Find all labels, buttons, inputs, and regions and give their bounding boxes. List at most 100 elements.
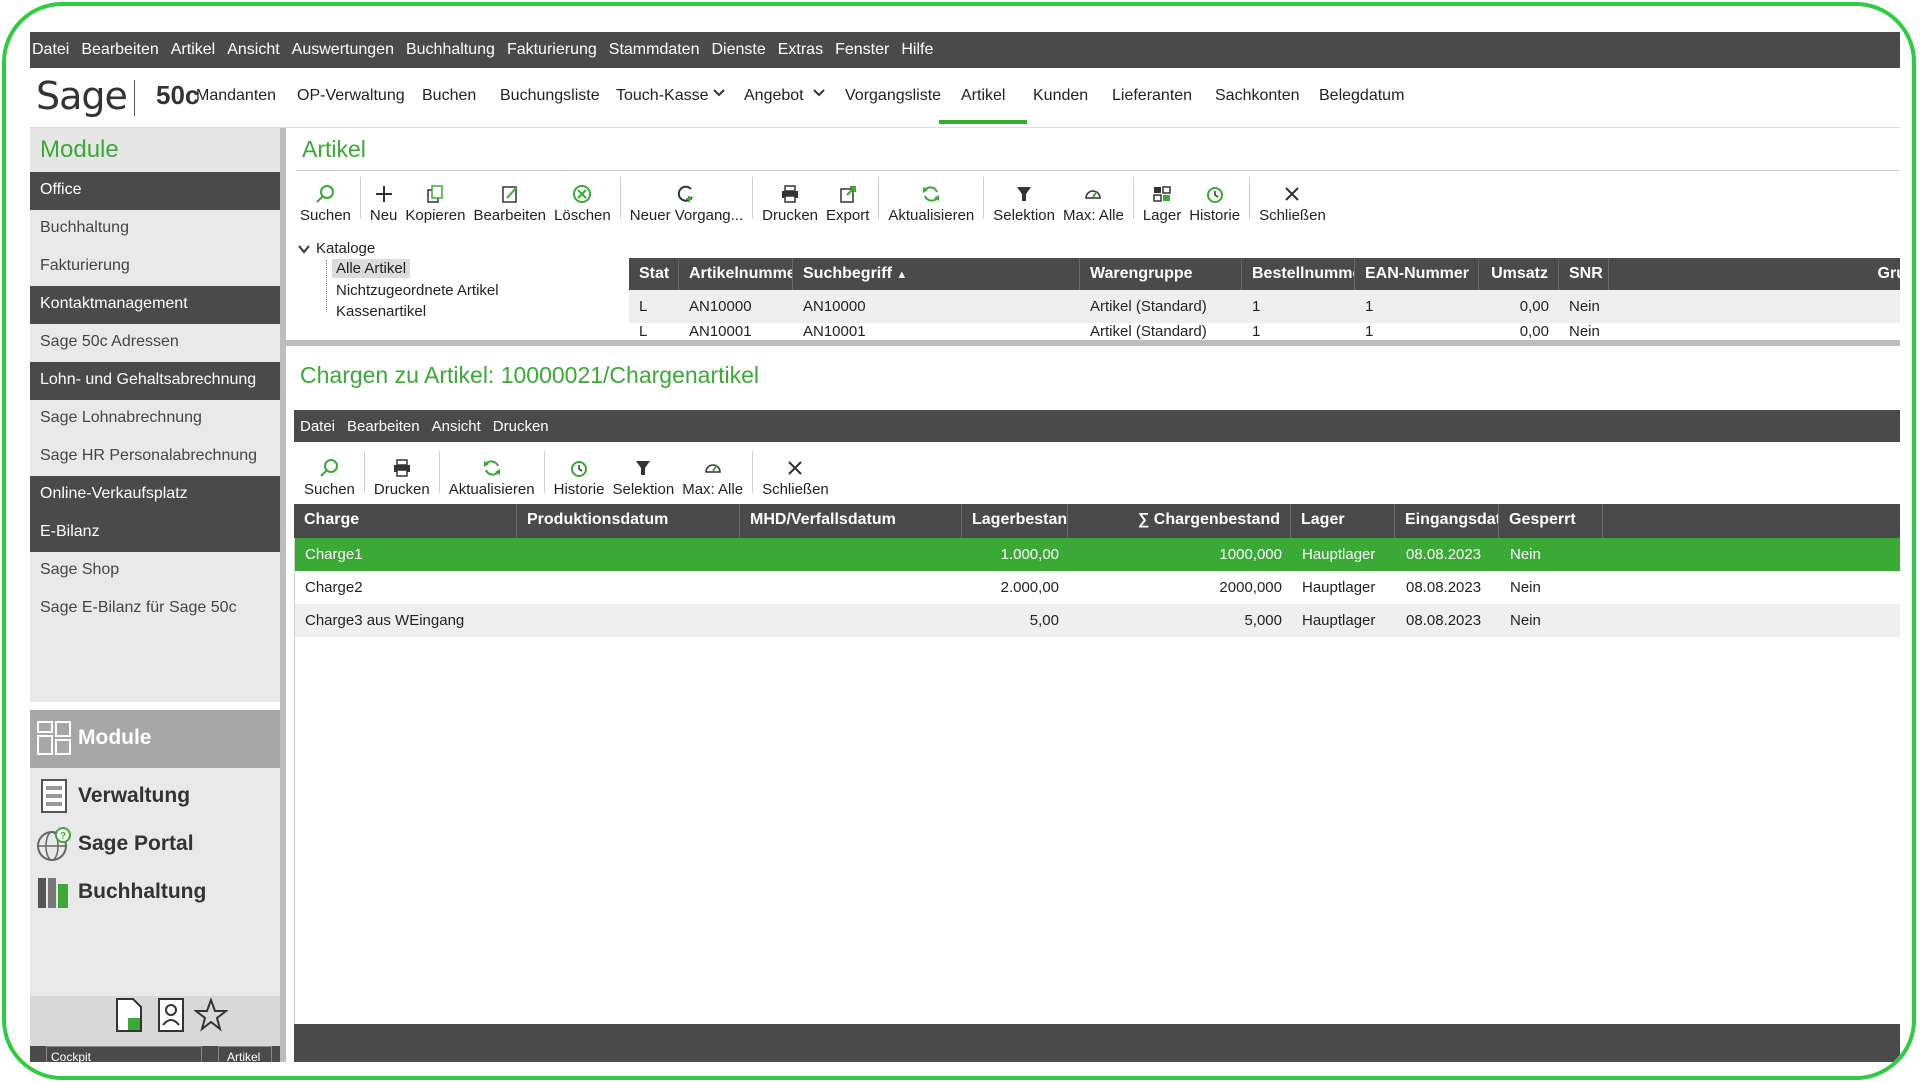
column-warengruppe[interactable]: Warengruppe — [1080, 258, 1242, 290]
table-row[interactable]: Charge1 1.000,00 1000,000 Hauptlager 08.… — [295, 538, 1900, 571]
menu-artikel[interactable]: Artikel — [171, 41, 215, 59]
menu-dienste[interactable]: Dienste — [711, 41, 765, 59]
menu-fakturierung[interactable]: Fakturierung — [507, 41, 597, 59]
sidebar-item-ebilanz[interactable]: E-Bilanz — [30, 514, 280, 552]
sidebar-item-shop[interactable]: Sage Shop — [30, 552, 280, 590]
menu-bearbeiten[interactable]: Bearbeiten — [81, 41, 158, 59]
chargen-close-button[interactable]: Schließen — [758, 458, 833, 498]
close-button[interactable]: Schließen — [1255, 184, 1330, 224]
column-gruppe[interactable]: Gru — [1609, 258, 1900, 290]
tab-buchen[interactable]: Buchen — [422, 87, 476, 105]
tab-lieferanten[interactable]: Lieferanten — [1112, 87, 1192, 105]
column-chargenbestand[interactable]: ∑ Chargenbestand — [1068, 504, 1291, 538]
chargen-selection-button[interactable]: Selektion — [608, 458, 678, 498]
menu-extras[interactable]: Extras — [778, 41, 823, 59]
print-button[interactable]: Drucken — [758, 184, 822, 224]
tree-item-kassenartikel[interactable]: Kassenartikel — [336, 303, 426, 320]
tab-touch-kasse[interactable]: Touch-Kasse — [616, 87, 709, 105]
document-add-icon[interactable] — [114, 998, 144, 1032]
stock-button[interactable]: Lager — [1139, 184, 1185, 224]
menu-fenster[interactable]: Fenster — [835, 41, 889, 59]
sidebar-item-lohn[interactable]: Lohn- und Gehaltsabrechnung — [30, 362, 280, 400]
menu-buchhaltung[interactable]: Buchhaltung — [406, 41, 495, 59]
table-row[interactable]: Charge2 2.000,00 2000,000 Hauptlager 08.… — [295, 571, 1900, 604]
menu-datei[interactable]: Datei — [32, 41, 69, 59]
sidebar-item-office[interactable]: Office — [30, 172, 280, 210]
menu-hilfe[interactable]: Hilfe — [901, 41, 933, 59]
chargen-search-button[interactable]: Suchen — [300, 458, 359, 498]
copy-button[interactable]: Kopieren — [401, 184, 469, 224]
selection-button[interactable]: Selektion — [989, 184, 1059, 224]
sidebar-item-buchhaltung[interactable]: Buchhaltung — [30, 210, 280, 248]
tree-item-alle-artikel[interactable]: Alle Artikel — [332, 259, 411, 278]
column-snr[interactable]: SNR — [1559, 258, 1609, 290]
tree-root-kataloge[interactable]: Kataloge — [316, 240, 375, 257]
tab-buchungsliste[interactable]: Buchungsliste — [500, 87, 600, 105]
tab-artikel[interactable]: Artikel — [938, 87, 1029, 124]
menu-auswertungen[interactable]: Auswertungen — [292, 41, 394, 59]
export-button[interactable]: Export — [822, 184, 873, 224]
tab-kunden[interactable]: Kunden — [1033, 87, 1088, 105]
column-mhd[interactable]: MHD/Verfallsdatum — [740, 504, 962, 538]
sidebar-item-adressen[interactable]: Sage 50c Adressen — [30, 324, 280, 362]
edit-button[interactable]: Bearbeiten — [469, 184, 550, 224]
cockpit-field[interactable]: Cockpit — [46, 1046, 202, 1062]
verwaltung-icon — [41, 779, 67, 813]
search-button[interactable]: Suchen — [296, 184, 355, 224]
chargen-menu-drucken[interactable]: Drucken — [493, 418, 549, 435]
sidebar-item-lohnabrechnung[interactable]: Sage Lohnabrechnung — [30, 400, 280, 438]
refresh-button[interactable]: Aktualisieren — [884, 184, 978, 224]
chargen-menu-datei[interactable]: Datei — [300, 418, 335, 435]
menu-stammdaten[interactable]: Stammdaten — [609, 41, 700, 59]
chargen-menu-ansicht[interactable]: Ansicht — [432, 418, 481, 435]
sidebar-item-verkaufsplatz[interactable]: Online-Verkaufsplatz — [30, 476, 280, 514]
history-button[interactable]: Historie — [1185, 184, 1244, 224]
column-stat[interactable]: Stat — [629, 258, 679, 290]
sidebar-item-hr[interactable]: Sage HR Personalabrechnung — [30, 438, 280, 476]
star-icon[interactable] — [194, 998, 228, 1032]
chargen-max-all-button[interactable]: Max: Alle — [678, 458, 747, 498]
chargen-menu-bar: Datei Bearbeiten Ansicht Drucken — [294, 410, 1900, 442]
contact-card-icon[interactable] — [156, 998, 186, 1032]
tree-expand-icon[interactable] — [298, 244, 310, 254]
sidebar-item-ebilanz-50c[interactable]: Sage E-Bilanz für Sage 50c — [30, 590, 280, 628]
sidebar-item-fakturierung[interactable]: Fakturierung — [30, 248, 280, 286]
chargen-history-button[interactable]: Historie — [550, 458, 609, 498]
tab-angebot[interactable]: Angebot — [744, 87, 804, 105]
table-row[interactable]: L AN10001 AN10001 Artikel (Standard) 1 1… — [629, 323, 1900, 340]
column-lagerbestand[interactable]: Lagerbestan — [962, 504, 1068, 538]
column-artikelnummer[interactable]: Artikelnumme — [679, 258, 793, 290]
pane-splitter[interactable] — [286, 340, 1900, 346]
chargen-print-button[interactable]: Drucken — [370, 458, 434, 498]
new-transaction-button[interactable]: Neuer Vorgang... — [626, 184, 747, 224]
chargen-menu-bearbeiten[interactable]: Bearbeiten — [347, 418, 420, 435]
column-suchbegriff[interactable]: Suchbegriff ▲ — [793, 258, 1080, 290]
table-row[interactable]: Charge3 aus WEingang 5,00 5,000 Hauptlag… — [295, 604, 1900, 637]
column-bestellnummer[interactable]: Bestellnumme — [1242, 258, 1355, 290]
column-umsatz[interactable]: Umsatz — [1479, 258, 1559, 290]
column-produktionsdatum[interactable]: Produktionsdatum — [517, 504, 740, 538]
buchhaltung-button[interactable]: Buchhaltung — [30, 864, 280, 922]
delete-button[interactable]: Löschen — [550, 184, 615, 224]
tab-sachkonten[interactable]: Sachkonten — [1215, 87, 1300, 105]
module-button[interactable]: Module — [30, 710, 280, 768]
tree-item-nichtzugeordnete[interactable]: Nichtzugeordnete Artikel — [336, 282, 499, 299]
column-eingangsdatum[interactable]: Eingangsdat — [1395, 504, 1499, 538]
chevron-down-icon[interactable] — [812, 86, 826, 100]
column-ean[interactable]: EAN-Nummer — [1355, 258, 1479, 290]
tab-op-verwaltung[interactable]: OP-Verwaltung — [297, 87, 405, 105]
artikel-shortcut[interactable]: Artikel — [218, 1046, 272, 1062]
tab-vorgangsliste[interactable]: Vorgangsliste — [845, 87, 941, 105]
column-gesperrt[interactable]: Gesperrt — [1499, 504, 1603, 538]
menu-ansicht[interactable]: Ansicht — [227, 41, 279, 59]
chevron-down-icon[interactable] — [712, 86, 726, 100]
tab-mandanten[interactable]: Mandanten — [196, 87, 276, 105]
column-charge[interactable]: Charge — [294, 504, 517, 538]
column-lager[interactable]: Lager — [1291, 504, 1395, 538]
max-all-button[interactable]: Max: Alle — [1059, 184, 1128, 224]
new-button[interactable]: Neu — [366, 184, 402, 224]
tab-belegdatum[interactable]: Belegdatum — [1319, 87, 1404, 105]
table-row[interactable]: L AN10000 AN10000 Artikel (Standard) 1 1… — [629, 290, 1900, 323]
chargen-refresh-button[interactable]: Aktualisieren — [445, 458, 539, 498]
sidebar-item-kontaktmanagement[interactable]: Kontaktmanagement — [30, 286, 280, 324]
